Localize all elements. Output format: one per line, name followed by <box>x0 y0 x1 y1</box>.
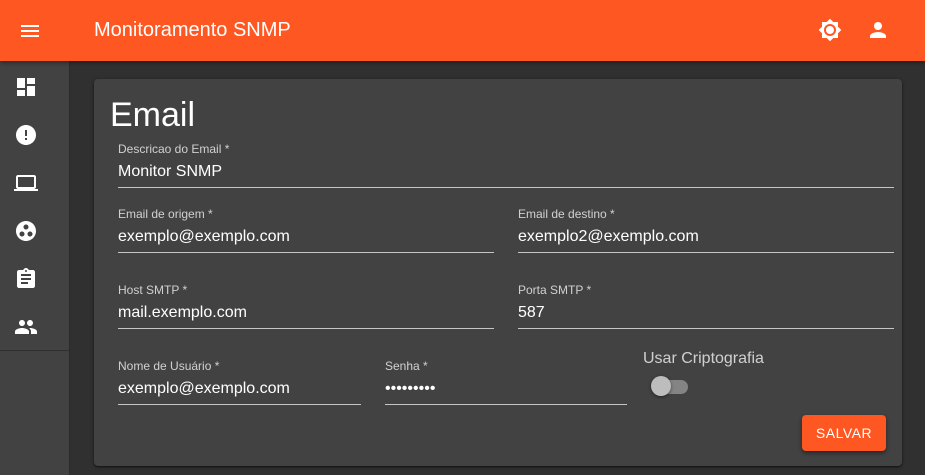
smtp-port-input[interactable] <box>518 301 894 329</box>
people-icon <box>15 320 37 334</box>
group-work-icon <box>16 221 36 241</box>
menu-icon[interactable] <box>18 19 42 43</box>
smtp-port-label: Porta SMTP * <box>518 283 592 297</box>
destination-email-input[interactable] <box>518 225 894 253</box>
dashboard-icon <box>17 78 35 96</box>
laptop-icon <box>14 175 38 191</box>
account-icon[interactable] <box>866 18 890 42</box>
description-input[interactable] <box>118 160 894 188</box>
destination-email-label: Email de destino * <box>518 207 615 221</box>
sidebar-item-users[interactable] <box>0 303 69 351</box>
description-field: Descricao do Email * <box>118 142 894 190</box>
origin-email-input[interactable] <box>118 225 494 253</box>
app-bar: Monitoramento SNMP <box>0 0 925 61</box>
sidebar-item-groups[interactable] <box>0 207 69 255</box>
destination-email-field: Email de destino * <box>518 207 894 255</box>
username-field: Nome de Usuário * <box>118 359 361 407</box>
sidebar-item-dashboard[interactable] <box>0 63 69 111</box>
username-input[interactable] <box>118 377 361 405</box>
encryption-toggle[interactable] <box>651 375 691 397</box>
app-title: Monitoramento SNMP <box>94 19 291 41</box>
alert-circle-icon <box>16 125 36 145</box>
encryption-toggle-thumb <box>651 376 671 396</box>
smtp-host-field: Host SMTP * <box>118 283 494 331</box>
brightness-icon[interactable] <box>818 18 842 42</box>
username-label: Nome de Usuário * <box>118 359 220 373</box>
password-input[interactable] <box>385 377 627 405</box>
assignment-icon <box>17 268 35 288</box>
encryption-label: Usar Criptografia <box>643 350 764 367</box>
smtp-host-input[interactable] <box>118 301 494 329</box>
page-title: Email <box>110 96 196 134</box>
sidebar-item-alerts[interactable] <box>0 111 69 159</box>
smtp-port-field: Porta SMTP * <box>518 283 894 331</box>
origin-email-label: Email de origem * <box>118 207 213 221</box>
description-label: Descricao do Email * <box>118 142 230 156</box>
sidebar-item-reports[interactable] <box>0 255 69 303</box>
save-button[interactable]: SALVAR <box>802 415 886 451</box>
sidebar-item-devices[interactable] <box>0 159 69 207</box>
sidebar-list <box>0 61 69 351</box>
sidebar <box>0 61 70 475</box>
origin-email-field: Email de origem * <box>118 207 494 255</box>
email-settings-card: Email Descricao do Email * Email de orig… <box>94 79 902 466</box>
password-label: Senha * <box>385 359 428 373</box>
password-field: Senha * <box>385 359 627 407</box>
smtp-host-label: Host SMTP * <box>118 283 188 297</box>
